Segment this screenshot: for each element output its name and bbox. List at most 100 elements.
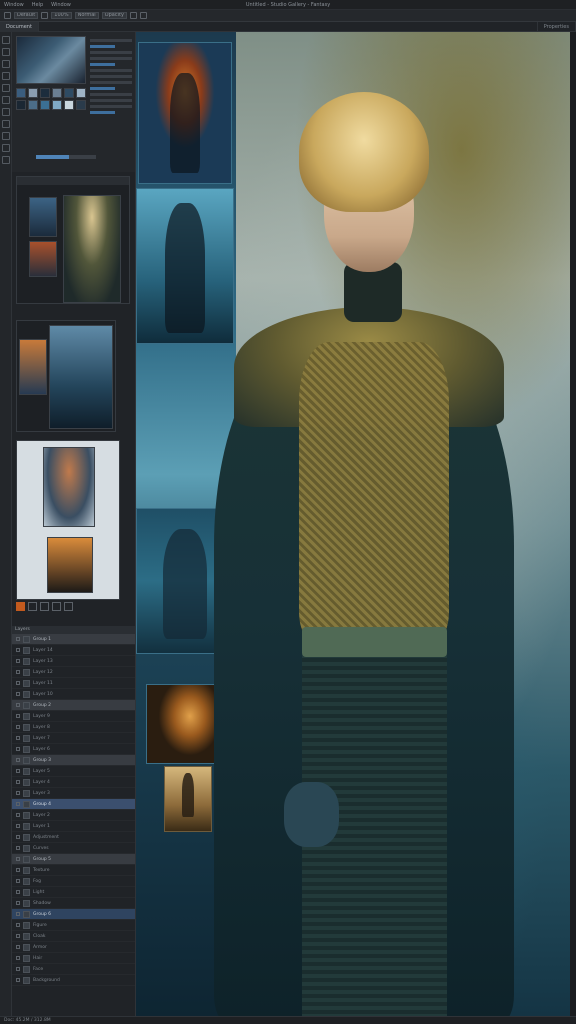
swatch[interactable] bbox=[52, 100, 62, 110]
text-tool-icon[interactable] bbox=[2, 132, 10, 140]
swatch[interactable] bbox=[52, 88, 62, 98]
layer-row[interactable]: Layer 14 bbox=[12, 645, 135, 656]
eraser-tool-icon[interactable] bbox=[2, 108, 10, 116]
reference-thumb[interactable] bbox=[43, 447, 95, 527]
brush-tool-icon[interactable] bbox=[2, 96, 10, 104]
swatch[interactable] bbox=[76, 100, 86, 110]
visibility-eye-icon[interactable] bbox=[16, 890, 20, 894]
layer-group-row[interactable]: Group 3 bbox=[12, 755, 135, 766]
visibility-eye-icon[interactable] bbox=[16, 945, 20, 949]
visibility-eye-icon[interactable] bbox=[16, 780, 20, 784]
folder-icon[interactable] bbox=[52, 602, 61, 611]
zoom-field[interactable]: 100% bbox=[51, 12, 72, 19]
visibility-eye-icon[interactable] bbox=[16, 736, 20, 740]
lasso-tool-icon[interactable] bbox=[2, 60, 10, 68]
visibility-eye-icon[interactable] bbox=[16, 978, 20, 982]
visibility-eye-icon[interactable] bbox=[16, 747, 20, 751]
hand-tool-icon[interactable] bbox=[2, 144, 10, 152]
layer-row[interactable]: Face bbox=[12, 964, 135, 975]
visibility-eye-icon[interactable] bbox=[16, 956, 20, 960]
layer-row[interactable]: Texture bbox=[12, 865, 135, 876]
layer-group-row[interactable]: Group 6 bbox=[12, 909, 135, 920]
visibility-eye-icon[interactable] bbox=[16, 879, 20, 883]
visibility-eye-icon[interactable] bbox=[16, 967, 20, 971]
marquee-tool-icon[interactable] bbox=[2, 48, 10, 56]
zoom-slider[interactable] bbox=[16, 152, 132, 162]
visibility-eye-icon[interactable] bbox=[16, 835, 20, 839]
visibility-eye-icon[interactable] bbox=[16, 637, 20, 641]
menu-item-help[interactable]: Help bbox=[28, 2, 47, 8]
reference-thumb-large[interactable] bbox=[63, 195, 121, 303]
reference-image-wanderer[interactable] bbox=[164, 766, 212, 832]
layer-row[interactable]: Cloak bbox=[12, 931, 135, 942]
trash-icon[interactable] bbox=[64, 602, 73, 611]
visibility-eye-icon[interactable] bbox=[16, 857, 20, 861]
mask-icon[interactable] bbox=[40, 602, 49, 611]
visibility-eye-icon[interactable] bbox=[16, 802, 20, 806]
visibility-eye-icon[interactable] bbox=[16, 791, 20, 795]
layer-row[interactable]: Layer 9 bbox=[12, 711, 135, 722]
visibility-eye-icon[interactable] bbox=[16, 846, 20, 850]
layer-row[interactable]: Layer 1 bbox=[12, 821, 135, 832]
swatch[interactable] bbox=[64, 100, 74, 110]
layer-row[interactable]: Shadow bbox=[12, 898, 135, 909]
visibility-eye-icon[interactable] bbox=[16, 703, 20, 707]
layer-group-row[interactable]: Group 2 bbox=[12, 700, 135, 711]
visibility-eye-icon[interactable] bbox=[16, 692, 20, 696]
visibility-eye-icon[interactable] bbox=[16, 824, 20, 828]
swatch[interactable] bbox=[28, 88, 38, 98]
layer-row[interactable]: Light bbox=[12, 887, 135, 898]
swatch[interactable] bbox=[40, 100, 50, 110]
opacity-field[interactable]: Opacity bbox=[101, 12, 127, 19]
layer-row[interactable]: Layer 6 bbox=[12, 744, 135, 755]
layer-row[interactable]: Hair bbox=[12, 953, 135, 964]
tab-document[interactable]: Document bbox=[0, 21, 39, 32]
layer-row[interactable]: Layer 2 bbox=[12, 810, 135, 821]
layer-row[interactable]: Figure bbox=[12, 920, 135, 931]
visibility-eye-icon[interactable] bbox=[16, 714, 20, 718]
layer-row[interactable]: Layer 13 bbox=[12, 656, 135, 667]
visibility-eye-icon[interactable] bbox=[16, 758, 20, 762]
swatch[interactable] bbox=[64, 88, 74, 98]
gradient-tool-icon[interactable] bbox=[2, 120, 10, 128]
swatch[interactable] bbox=[28, 100, 38, 110]
tab-properties[interactable]: Properties bbox=[536, 21, 576, 32]
swatch[interactable] bbox=[16, 100, 26, 110]
layout-icon[interactable] bbox=[139, 12, 147, 19]
brush-icon[interactable] bbox=[41, 12, 49, 19]
layer-row[interactable]: Background bbox=[12, 975, 135, 986]
navigator-thumbnail[interactable] bbox=[16, 36, 86, 84]
tool-preset-icon[interactable] bbox=[4, 12, 11, 19]
reference-thumb[interactable] bbox=[29, 197, 57, 237]
layer-group-row[interactable]: Group 5 bbox=[12, 854, 135, 865]
layer-row[interactable]: Adjustment bbox=[12, 832, 135, 843]
visibility-eye-icon[interactable] bbox=[16, 670, 20, 674]
visibility-eye-icon[interactable] bbox=[16, 659, 20, 663]
reference-thumb[interactable] bbox=[29, 241, 57, 277]
layer-group-row[interactable]: Group 4 bbox=[12, 799, 135, 810]
zoom-slider-track[interactable] bbox=[36, 155, 96, 159]
swatch[interactable] bbox=[16, 88, 26, 98]
visibility-eye-icon[interactable] bbox=[16, 648, 20, 652]
visibility-eye-icon[interactable] bbox=[16, 725, 20, 729]
layer-row[interactable]: Layer 12 bbox=[12, 667, 135, 678]
visibility-eye-icon[interactable] bbox=[16, 901, 20, 905]
layer-row[interactable]: Layer 11 bbox=[12, 678, 135, 689]
reference-thumb[interactable] bbox=[19, 339, 47, 395]
zoom-tool-icon[interactable] bbox=[2, 156, 10, 164]
visibility-eye-icon[interactable] bbox=[16, 813, 20, 817]
visibility-eye-icon[interactable] bbox=[16, 912, 20, 916]
layer-row[interactable]: Armor bbox=[12, 942, 135, 953]
layer-row[interactable]: Layer 5 bbox=[12, 766, 135, 777]
layer-row[interactable]: Layer 8 bbox=[12, 722, 135, 733]
layer-group-row[interactable]: Group 1 bbox=[12, 634, 135, 645]
swatch[interactable] bbox=[40, 88, 50, 98]
layer-row[interactable]: Layer 4 bbox=[12, 777, 135, 788]
layer-row[interactable]: Layer 7 bbox=[12, 733, 135, 744]
crop-tool-icon[interactable] bbox=[2, 72, 10, 80]
reference-thumb-large[interactable] bbox=[49, 325, 113, 429]
eyedropper-tool-icon[interactable] bbox=[2, 84, 10, 92]
color-chip-icon[interactable] bbox=[16, 602, 25, 611]
settings-icon[interactable] bbox=[129, 12, 137, 19]
layer-row[interactable]: Curves bbox=[12, 843, 135, 854]
